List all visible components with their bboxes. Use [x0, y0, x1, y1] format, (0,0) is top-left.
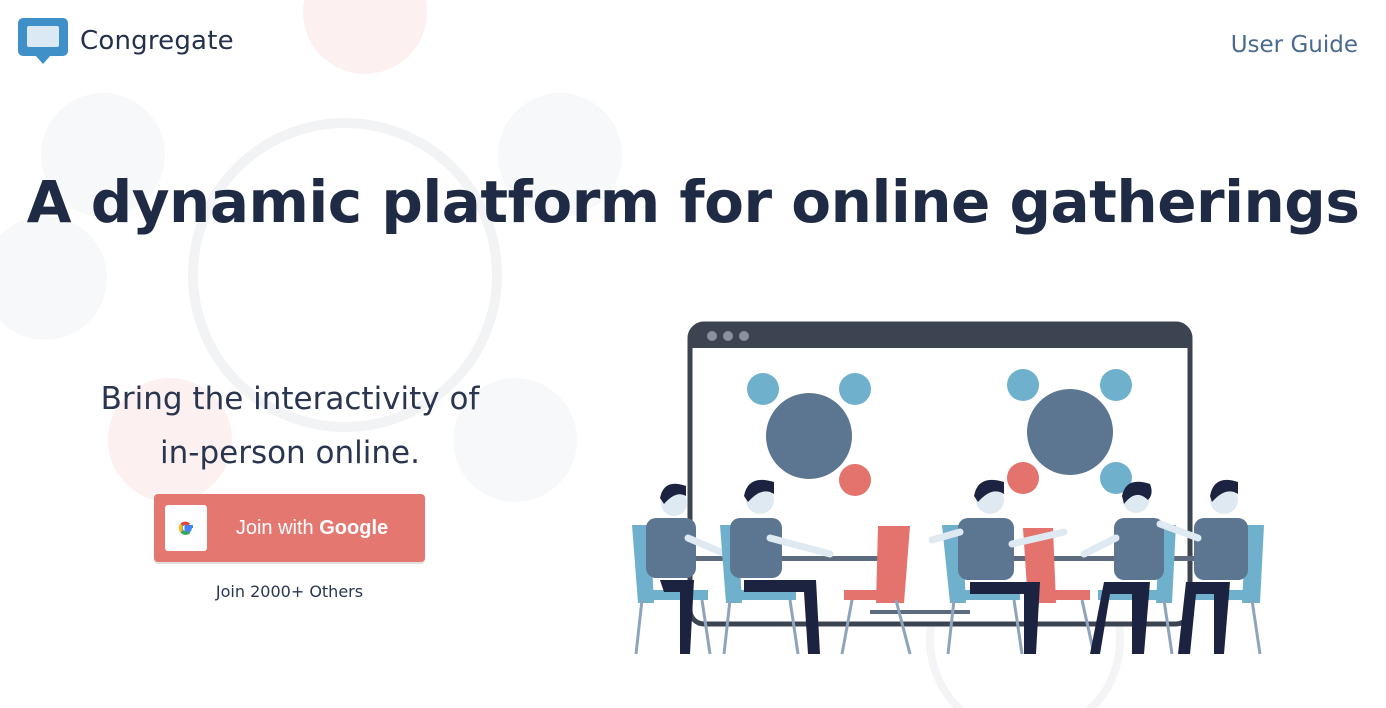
- join-with-google-button[interactable]: Join with Google: [154, 494, 425, 562]
- floor-line: [870, 610, 970, 614]
- join-button-prefix: Join with: [235, 516, 320, 539]
- brand-name: Congregate: [80, 26, 234, 56]
- page-title: A dynamic platform for online gatherings: [26, 168, 1360, 236]
- user-guide-link[interactable]: User Guide: [1231, 32, 1358, 58]
- browser-title-bar: [690, 324, 1190, 348]
- join-count-text: Join 2000+ Others: [215, 582, 364, 601]
- join-button-label: Join with Google: [207, 517, 425, 540]
- group-circle: [766, 393, 852, 479]
- google-g-icon: [165, 505, 207, 551]
- group-circle: [1027, 389, 1113, 475]
- brand-home-link[interactable]: Congregate: [18, 18, 234, 64]
- tagline-line-2: in-person online.: [160, 435, 420, 471]
- meeting-illustration: [632, 321, 1264, 655]
- member-circle: [1100, 369, 1132, 401]
- member-circle: [839, 373, 871, 405]
- speech-bubble-icon: [18, 18, 68, 64]
- page: Congregate User Guide A dynamic platform…: [0, 0, 1386, 708]
- window-dot: [707, 331, 717, 341]
- member-circle: [747, 373, 779, 405]
- tagline-line-1: Bring the interactivity of: [100, 381, 480, 417]
- bg-circle: [303, 0, 427, 74]
- tagline: Bring the interactivity of in-person onl…: [60, 372, 520, 480]
- member-circle: [1007, 369, 1039, 401]
- member-circle: [1007, 462, 1039, 494]
- window-dot: [723, 331, 733, 341]
- join-button-brand: Google: [319, 516, 389, 539]
- member-circle: [839, 464, 871, 496]
- window-dot: [739, 331, 749, 341]
